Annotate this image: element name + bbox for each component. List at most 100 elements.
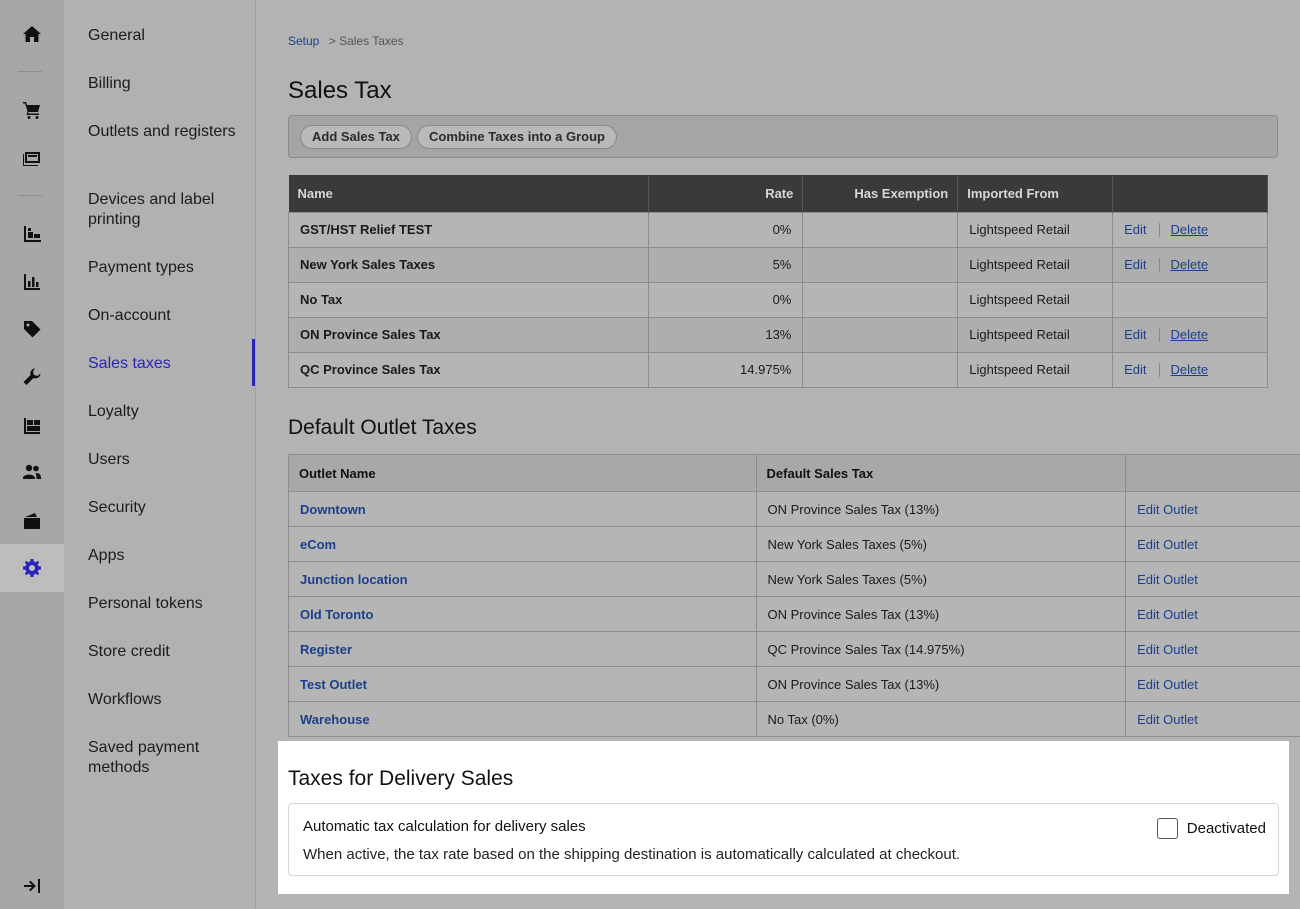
nav-item-on-account[interactable]: On-account bbox=[88, 306, 238, 326]
edit-outlet-link[interactable]: Edit Outlet bbox=[1137, 712, 1198, 727]
page-title: Sales Tax bbox=[288, 77, 392, 104]
breadcrumb-setup-link[interactable]: Setup bbox=[288, 34, 319, 48]
outlet-default-tax: New York Sales Taxes (5%) bbox=[755, 561, 1127, 597]
tax-actions: Edit Delete bbox=[1112, 246, 1268, 283]
outlet-name-cell: Old Toronto bbox=[288, 596, 757, 632]
table-header-row: Outlet Name Default Sales Tax bbox=[288, 454, 1300, 492]
outlet-action-cell: Edit Outlet bbox=[1125, 666, 1300, 702]
nav-item-sales-taxes[interactable]: Sales taxes bbox=[88, 354, 238, 374]
outlet-action-cell: Edit Outlet bbox=[1125, 561, 1300, 597]
edit-outlet-link[interactable]: Edit Outlet bbox=[1137, 572, 1198, 587]
nav-item-store-credit[interactable]: Store credit bbox=[88, 642, 238, 662]
nav-item-personal-tokens[interactable]: Personal tokens bbox=[88, 594, 238, 614]
add-sales-tax-button[interactable]: Add Sales Tax bbox=[300, 125, 412, 149]
reports-icon[interactable] bbox=[0, 258, 64, 306]
nav-item-workflows[interactable]: Workflows bbox=[88, 690, 238, 710]
column-header-actions bbox=[1125, 454, 1300, 492]
delivery-tax-setting-description: When active, the tax rate based on the s… bbox=[303, 846, 961, 863]
outlet-name-link[interactable]: Test Outlet bbox=[300, 677, 367, 692]
breadcrumb: Setup > Sales Taxes bbox=[288, 34, 404, 48]
outlet-name-link[interactable]: Downtown bbox=[300, 502, 366, 517]
combine-taxes-button[interactable]: Combine Taxes into a Group bbox=[417, 125, 618, 149]
nav-item-general[interactable]: General bbox=[88, 26, 238, 46]
wrench-icon[interactable] bbox=[0, 353, 64, 401]
outlet-action-cell: Edit Outlet bbox=[1125, 701, 1300, 737]
tax-actions bbox=[1112, 281, 1268, 318]
column-header-has-exemption[interactable]: Has Exemption bbox=[802, 175, 959, 212]
tax-imported-from: Lightspeed Retail bbox=[957, 316, 1114, 353]
column-header-outlet-name[interactable]: Outlet Name bbox=[288, 454, 757, 492]
tax-exemption bbox=[802, 211, 959, 248]
table-row: Downtown ON Province Sales Tax (13%) Edi… bbox=[288, 491, 1300, 527]
tax-rate: 5% bbox=[647, 246, 804, 283]
outlet-name-link[interactable]: eCom bbox=[300, 537, 336, 552]
app-icon-rail bbox=[0, 0, 64, 909]
tag-icon[interactable] bbox=[0, 305, 64, 353]
edit-tax-link[interactable]: Edit bbox=[1124, 362, 1146, 377]
table-row: Test Outlet ON Province Sales Tax (13%) … bbox=[288, 666, 1300, 702]
inventory-icon[interactable] bbox=[0, 401, 64, 449]
customers-icon[interactable] bbox=[0, 448, 64, 496]
nav-item-security[interactable]: Security bbox=[88, 498, 238, 518]
delete-tax-link[interactable]: Delete bbox=[1171, 362, 1209, 377]
tax-rate: 14.975% bbox=[647, 351, 804, 388]
column-header-name[interactable]: Name bbox=[288, 175, 649, 212]
edit-outlet-link[interactable]: Edit Outlet bbox=[1137, 642, 1198, 657]
edit-outlet-link[interactable]: Edit Outlet bbox=[1137, 677, 1198, 692]
nav-item-loyalty[interactable]: Loyalty bbox=[88, 402, 238, 422]
delete-tax-link[interactable]: Delete bbox=[1171, 257, 1209, 272]
edit-tax-link[interactable]: Edit bbox=[1124, 222, 1146, 237]
edit-outlet-link[interactable]: Edit Outlet bbox=[1137, 502, 1198, 517]
tax-imported-from: Lightspeed Retail bbox=[957, 246, 1114, 283]
edit-outlet-link[interactable]: Edit Outlet bbox=[1137, 537, 1198, 552]
delivery-tax-checkbox[interactable] bbox=[1156, 818, 1178, 839]
cart-icon[interactable] bbox=[0, 86, 64, 134]
edit-tax-link[interactable]: Edit bbox=[1124, 327, 1146, 342]
outlet-name-link[interactable]: Junction location bbox=[300, 572, 408, 587]
table-row: No Tax 0% Lightspeed Retail bbox=[288, 281, 1268, 318]
catalog-icon[interactable] bbox=[0, 210, 64, 258]
table-row: Warehouse No Tax (0%) Edit Outlet bbox=[288, 701, 1300, 737]
sales-tax-table: Name Rate Has Exemption Imported From GS… bbox=[288, 175, 1268, 388]
delete-tax-link[interactable]: Delete bbox=[1171, 327, 1209, 342]
collapse-icon[interactable] bbox=[0, 862, 64, 909]
column-header-rate[interactable]: Rate bbox=[648, 175, 804, 212]
nav-item-saved-payment-methods[interactable]: Saved payment methods bbox=[88, 738, 238, 778]
table-row: Register QC Province Sales Tax (14.975%)… bbox=[288, 631, 1300, 667]
register-icon[interactable] bbox=[0, 134, 64, 182]
tax-rate: 0% bbox=[647, 281, 804, 318]
tax-exemption bbox=[802, 281, 959, 318]
nav-item-payment-types[interactable]: Payment types bbox=[88, 258, 238, 278]
outlet-name-link[interactable]: Warehouse bbox=[300, 712, 370, 727]
outlet-default-tax: ON Province Sales Tax (13%) bbox=[755, 666, 1127, 702]
delivery-tax-setting-title: Automatic tax calculation for delivery s… bbox=[303, 818, 586, 835]
outlet-name-cell: Downtown bbox=[288, 491, 757, 527]
table-row: Junction location New York Sales Taxes (… bbox=[288, 561, 1300, 597]
nav-item-users[interactable]: Users bbox=[88, 450, 238, 470]
table-row: GST/HST Relief TEST 0% Lightspeed Retail… bbox=[288, 211, 1268, 248]
column-header-default-sales-tax[interactable]: Default Sales Tax bbox=[755, 454, 1127, 492]
nav-item-outlets-and-registers[interactable]: Outlets and registers bbox=[88, 122, 238, 142]
home-icon[interactable] bbox=[0, 10, 64, 58]
outlet-name-cell: eCom bbox=[288, 526, 757, 562]
outlet-name-cell: Register bbox=[288, 631, 757, 667]
edit-outlet-link[interactable]: Edit Outlet bbox=[1137, 607, 1198, 622]
nav-item-devices-and-label-printing[interactable]: Devices and label printing bbox=[88, 190, 238, 230]
outlet-name-link[interactable]: Register bbox=[300, 642, 352, 657]
edit-tax-link[interactable]: Edit bbox=[1124, 257, 1146, 272]
nav-item-billing[interactable]: Billing bbox=[88, 74, 238, 94]
delete-tax-link[interactable]: Delete bbox=[1171, 222, 1209, 237]
outlet-action-cell: Edit Outlet bbox=[1125, 631, 1300, 667]
column-header-imported-from[interactable]: Imported From bbox=[957, 175, 1114, 212]
table-row: New York Sales Taxes 5% Lightspeed Retai… bbox=[288, 246, 1268, 283]
outlet-name-link[interactable]: Old Toronto bbox=[300, 607, 373, 622]
tax-name: New York Sales Taxes bbox=[288, 246, 649, 283]
gear-icon[interactable] bbox=[0, 544, 64, 592]
table-header-row: Name Rate Has Exemption Imported From bbox=[288, 175, 1268, 212]
wallet-icon[interactable] bbox=[0, 497, 64, 545]
nav-item-apps[interactable]: Apps bbox=[88, 546, 238, 566]
table-row: QC Province Sales Tax 14.975% Lightspeed… bbox=[288, 351, 1268, 388]
outlet-default-tax: No Tax (0%) bbox=[755, 701, 1127, 737]
tax-actions: Edit Delete bbox=[1112, 211, 1268, 248]
delivery-tax-toggle[interactable]: Deactivated bbox=[1156, 818, 1266, 839]
